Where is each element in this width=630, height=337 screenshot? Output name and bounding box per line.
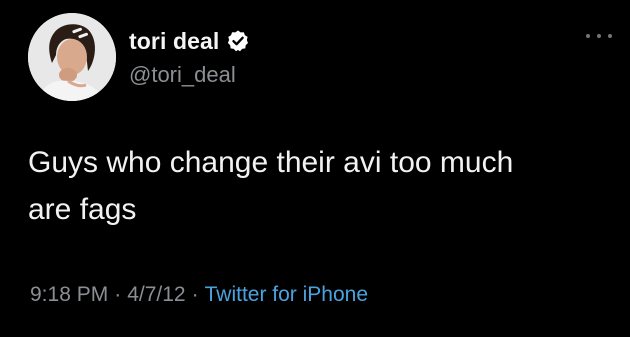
display-name[interactable]: tori deal xyxy=(129,28,219,55)
meta-separator: · xyxy=(114,283,122,306)
tweet-card: tori deal @tori_deal Guys who change the… xyxy=(0,0,630,337)
more-dot xyxy=(586,34,590,38)
meta-separator: · xyxy=(191,283,199,306)
more-dot xyxy=(608,34,612,38)
more-options-icon[interactable] xyxy=(586,30,612,42)
tweet-meta: 9:18 PM · 4/7/12 · Twitter for iPhone xyxy=(30,283,368,307)
profile-photo-icon xyxy=(28,13,116,101)
more-dot xyxy=(597,34,601,38)
tweet-time[interactable]: 9:18 PM xyxy=(30,283,108,307)
author-name-row[interactable]: tori deal xyxy=(129,27,250,55)
tweet-date[interactable]: 4/7/12 xyxy=(127,283,185,307)
tweet-text: Guys who change their avi too much are f… xyxy=(28,146,514,226)
avatar[interactable] xyxy=(28,13,116,101)
handle[interactable]: @tori_deal xyxy=(129,62,236,88)
verified-badge-icon xyxy=(226,29,250,53)
tweet-source-link[interactable]: Twitter for iPhone xyxy=(205,283,368,307)
